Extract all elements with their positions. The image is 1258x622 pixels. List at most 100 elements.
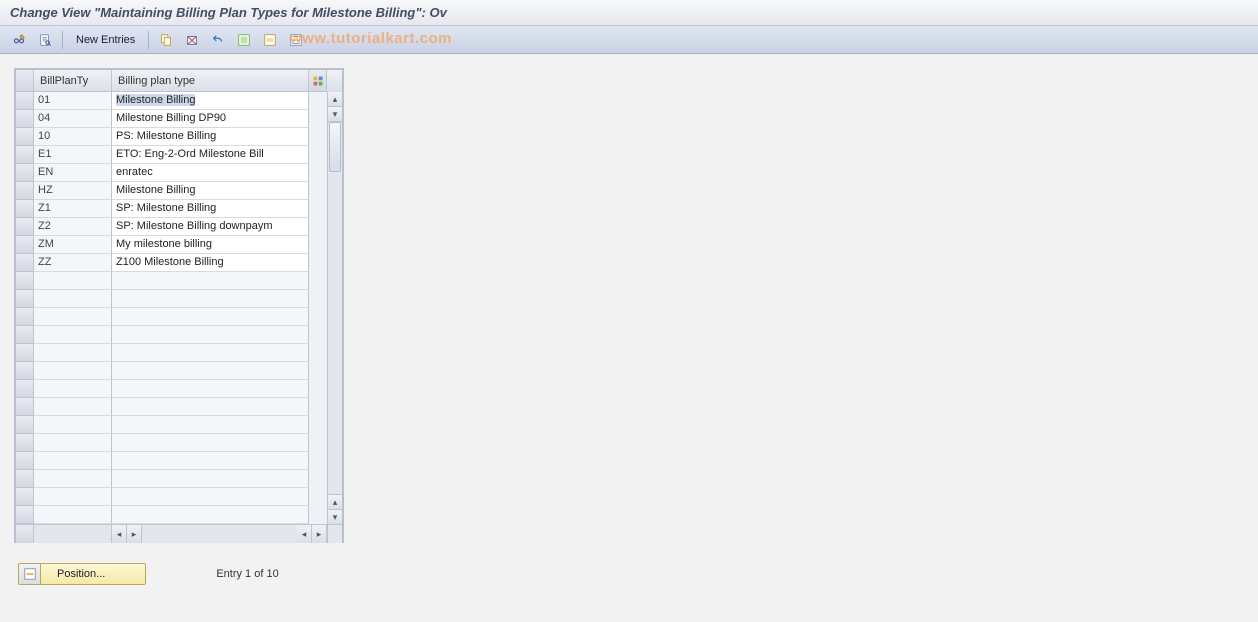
cell-billplanty[interactable]: E1 [34,146,112,164]
row-selector[interactable] [16,182,34,200]
row-selector[interactable] [16,110,34,128]
row-selector[interactable] [16,164,34,182]
cell-billing-plan-type[interactable] [112,308,309,326]
scroll-right-arrow[interactable]: ▸ [127,525,142,543]
row-selector[interactable] [16,128,34,146]
row-selector[interactable] [16,200,34,218]
cell-billplanty[interactable] [34,380,112,398]
cell-billplanty[interactable]: ZM [34,236,112,254]
cell-billplanty[interactable] [34,470,112,488]
cell-billplanty[interactable]: Z2 [34,218,112,236]
scroll-down-arrow[interactable]: ▾ [328,107,342,122]
cell-billing-plan-type[interactable] [112,506,309,524]
cell-billing-plan-type[interactable] [112,290,309,308]
row-selector[interactable] [16,488,34,506]
cell-billing-plan-type[interactable]: Milestone Billing DP90 [112,110,309,128]
toolbar-separator [148,31,149,49]
cell-billplanty[interactable]: HZ [34,182,112,200]
cell-billing-plan-type[interactable] [112,470,309,488]
row-selector[interactable] [16,506,34,524]
row-selector[interactable] [16,380,34,398]
row-selector[interactable] [16,326,34,344]
cell-billplanty[interactable] [34,416,112,434]
cell-billing-plan-type[interactable] [112,344,309,362]
cell-billplanty[interactable]: 10 [34,128,112,146]
cell-billing-plan-type[interactable]: Milestone Billing [112,182,309,200]
cell-billing-plan-type[interactable]: ETO: Eng-2-Ord Milestone Bill [112,146,309,164]
row-selector[interactable] [16,434,34,452]
cell-billplanty[interactable] [34,344,112,362]
cell-billplanty[interactable]: 01 [34,92,112,110]
cell-billplanty[interactable] [34,362,112,380]
row-selector[interactable] [16,470,34,488]
cell-billplanty[interactable] [34,326,112,344]
cell-billing-plan-type[interactable]: enratec [112,164,309,182]
cell-billplanty[interactable] [34,272,112,290]
cell-billing-plan-type[interactable] [112,488,309,506]
select-all-corner[interactable] [16,70,34,92]
row-selector[interactable] [16,254,34,272]
cell-billplanty[interactable]: Z1 [34,200,112,218]
scroll-up-arrow-bottom[interactable]: ▴ [328,494,342,509]
row-selector[interactable] [16,218,34,236]
cell-billplanty[interactable] [34,434,112,452]
deselect-all-button[interactable] [285,30,307,50]
column-header-code[interactable]: BillPlanTy [34,70,112,92]
cell-billing-plan-type[interactable]: SP: Milestone Billing [112,200,309,218]
cell-billing-plan-type[interactable]: Milestone Billing [112,92,309,110]
row-selector[interactable] [16,146,34,164]
cell-billplanty[interactable] [34,398,112,416]
cell-billing-plan-type[interactable] [112,398,309,416]
row-selector[interactable] [16,236,34,254]
cell-billing-plan-type[interactable] [112,272,309,290]
row-selector[interactable] [16,290,34,308]
row-selector[interactable] [16,344,34,362]
scroll-down-arrow-bottom[interactable]: ▾ [328,509,342,524]
row-selector[interactable] [16,398,34,416]
new-entries-button[interactable]: New Entries [69,30,142,50]
vertical-scrollbar[interactable]: ▴ ▾ ▴ ▾ [327,92,342,524]
cell-billplanty[interactable] [34,308,112,326]
toggle-display-change-button[interactable] [8,30,30,50]
scroll-up-arrow[interactable]: ▴ [328,92,342,107]
row-selector[interactable] [16,362,34,380]
cell-billing-plan-type[interactable] [112,362,309,380]
select-all-button[interactable] [233,30,255,50]
hscroll-track[interactable] [142,525,297,543]
cell-billing-plan-type[interactable]: PS: Milestone Billing [112,128,309,146]
row-selector[interactable] [16,452,34,470]
cell-billplanty[interactable]: ZZ [34,254,112,272]
row-selector[interactable] [16,416,34,434]
cell-billing-plan-type[interactable] [112,434,309,452]
row-selector[interactable] [16,92,34,110]
select-block-button[interactable] [259,30,281,50]
cell-billing-plan-type[interactable]: My milestone billing [112,236,309,254]
copy-as-button[interactable] [155,30,177,50]
cell-billplanty[interactable] [34,506,112,524]
cell-billing-plan-type[interactable] [112,452,309,470]
position-button[interactable]: Position... [18,563,146,585]
cell-billplanty[interactable] [34,452,112,470]
delete-button[interactable] [181,30,203,50]
cell-billing-plan-type[interactable]: SP: Milestone Billing downpaym [112,218,309,236]
cell-billing-plan-type[interactable] [112,416,309,434]
scroll-right-arrow-end[interactable]: ▸ [312,525,327,543]
find-button[interactable] [34,30,56,50]
scroll-left-arrow[interactable]: ◂ [112,525,127,543]
cell-billplanty[interactable]: EN [34,164,112,182]
cell-billplanty[interactable] [34,290,112,308]
row-selector[interactable] [16,272,34,290]
horizontal-scrollbar[interactable]: ◂ ▸ ◂ ▸ [16,524,342,543]
column-header-desc[interactable]: Billing plan type [112,70,309,92]
cell-billing-plan-type[interactable]: Z100 Milestone Billing [112,254,309,272]
scroll-thumb[interactable] [329,122,341,172]
scroll-track[interactable] [328,122,342,494]
cell-billing-plan-type[interactable] [112,326,309,344]
undo-change-button[interactable] [207,30,229,50]
table-settings-button[interactable] [309,70,327,92]
cell-billing-plan-type[interactable] [112,380,309,398]
row-selector[interactable] [16,308,34,326]
cell-billplanty[interactable]: 04 [34,110,112,128]
cell-billplanty[interactable] [34,488,112,506]
scroll-left-arrow-end[interactable]: ◂ [297,525,312,543]
